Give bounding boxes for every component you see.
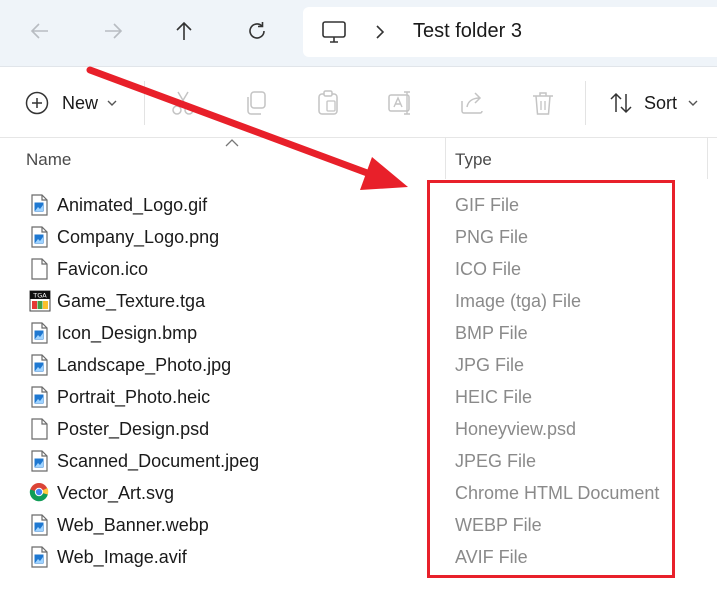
column-header-row: Name Type — [0, 137, 717, 181]
column-header-type[interactable]: Type — [455, 150, 492, 170]
arrow-left-icon — [30, 23, 48, 39]
breadcrumb-current-folder[interactable]: Test folder 3 — [413, 20, 522, 43]
command-bar: New Sort — [0, 67, 717, 138]
new-button-label: New — [62, 92, 99, 113]
image-file-icon — [29, 322, 49, 344]
file-name[interactable]: Company_Logo.png — [57, 227, 219, 248]
blank-file-icon — [29, 258, 49, 280]
arrow-up-icon — [176, 21, 192, 40]
cut-button[interactable] — [169, 89, 197, 117]
image-file-icon — [29, 450, 49, 472]
delete-icon — [533, 92, 553, 115]
svg-text:TGA: TGA — [32, 292, 47, 300]
chevron-down-icon — [107, 100, 117, 106]
toolbar-divider — [144, 81, 145, 125]
blank-file-icon — [29, 418, 49, 440]
sort-button[interactable]: Sort — [608, 89, 699, 117]
file-name[interactable]: Icon_Design.bmp — [57, 323, 197, 344]
file-name[interactable]: Web_Image.avif — [57, 547, 187, 568]
sort-icon — [610, 92, 632, 114]
sort-ascending-indicator-icon — [225, 139, 239, 147]
copy-icon — [247, 91, 266, 115]
new-button[interactable]: New — [24, 89, 118, 117]
rename-icon — [388, 91, 410, 115]
file-name[interactable]: Web_Banner.webp — [57, 515, 209, 536]
navigation-bar: Test folder 3 — [0, 0, 717, 67]
tga-file-icon: TGA — [29, 290, 51, 312]
refresh-icon — [249, 22, 265, 39]
column-header-name[interactable]: Name — [26, 150, 71, 170]
rename-button[interactable] — [386, 89, 414, 117]
file-name[interactable]: Scanned_Document.jpeg — [57, 451, 259, 472]
file-name[interactable]: Poster_Design.psd — [57, 419, 209, 440]
toolbar-divider — [585, 81, 586, 125]
image-file-icon — [29, 514, 49, 536]
paste-icon — [318, 90, 338, 115]
annotation-highlight-box — [427, 180, 675, 578]
chrome-icon — [29, 482, 49, 504]
image-file-icon — [29, 226, 49, 248]
image-file-icon — [29, 194, 49, 216]
file-name[interactable]: Landscape_Photo.jpg — [57, 355, 231, 376]
chevron-down-icon — [688, 100, 698, 106]
file-name[interactable]: Animated_Logo.gif — [57, 195, 207, 216]
chevron-right-icon[interactable] — [373, 23, 387, 41]
address-bar[interactable]: Test folder 3 — [303, 7, 717, 57]
cut-icon — [172, 91, 194, 115]
share-icon — [461, 92, 483, 114]
up-button[interactable] — [166, 13, 202, 49]
forward-button[interactable] — [95, 13, 131, 49]
file-name[interactable]: Portrait_Photo.heic — [57, 387, 210, 408]
paste-button[interactable] — [314, 89, 342, 117]
refresh-button[interactable] — [239, 13, 275, 49]
image-file-icon — [29, 354, 49, 376]
copy-button[interactable] — [242, 89, 270, 117]
this-pc-icon — [322, 21, 346, 43]
file-name[interactable]: Favicon.ico — [57, 259, 148, 280]
delete-button[interactable] — [529, 89, 557, 117]
sort-button-label: Sort — [644, 92, 678, 113]
image-file-icon — [29, 386, 49, 408]
column-divider[interactable] — [707, 137, 708, 179]
file-name[interactable]: Game_Texture.tga — [57, 291, 205, 312]
arrow-right-icon — [105, 23, 123, 39]
file-name[interactable]: Vector_Art.svg — [57, 483, 174, 504]
column-divider[interactable] — [445, 137, 446, 179]
share-button[interactable] — [458, 89, 486, 117]
back-button[interactable] — [22, 13, 58, 49]
image-file-icon — [29, 546, 49, 568]
add-icon — [25, 91, 49, 115]
